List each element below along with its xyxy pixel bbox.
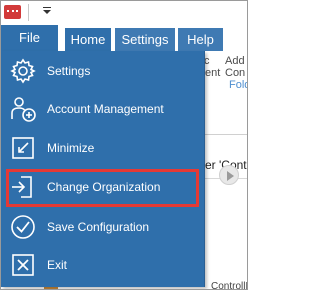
file-menu: Settings Account Management Minimize Cha… — [1, 51, 205, 287]
ribbon-group-label: Folde — [229, 79, 247, 91]
ribbon-partial-label: Con — [225, 67, 246, 79]
menu-item-label: Settings — [47, 64, 91, 78]
tab-file[interactable]: File — [1, 25, 58, 51]
customize-toolbar-dropdown-icon[interactable] — [40, 3, 54, 19]
check-circle-icon — [9, 213, 37, 241]
gear-icon — [9, 57, 37, 85]
menu-item-account-management[interactable]: Account Management — [1, 90, 205, 128]
menu-item-label: Exit — [47, 258, 68, 272]
toolbar-divider — [28, 4, 29, 21]
quick-access-toolbar — [1, 1, 247, 25]
tab-home[interactable]: Home — [65, 28, 111, 51]
tab-help[interactable]: Help — [178, 28, 223, 51]
ribbon-partial-label: ent — [205, 67, 221, 79]
menu-item-save-configuration[interactable]: Save Configuration — [1, 208, 205, 246]
app-window: File Home Settings Help c Add ent Con Fo… — [0, 0, 248, 290]
add-button-label[interactable]: Add — [225, 55, 245, 67]
menu-item-label: Minimize — [47, 141, 95, 155]
account-add-icon — [9, 95, 37, 123]
app-logo-icon — [4, 5, 21, 19]
menu-item-settings[interactable]: Settings — [1, 52, 205, 90]
footer-partial-text: ControllM — [211, 281, 247, 290]
minimize-icon — [9, 134, 37, 162]
menu-item-minimize[interactable]: Minimize — [1, 129, 205, 167]
menu-item-label: Account Management — [47, 102, 164, 116]
menu-item-label: Save Configuration — [47, 220, 150, 234]
menu-item-exit[interactable]: Exit — [1, 246, 205, 284]
tab-settings[interactable]: Settings — [115, 28, 175, 51]
exit-icon — [9, 251, 37, 279]
next-arrow-icon[interactable] — [219, 165, 239, 185]
highlight-box — [6, 169, 199, 207]
ribbon-tab-bar: File Home Settings Help — [1, 25, 247, 51]
